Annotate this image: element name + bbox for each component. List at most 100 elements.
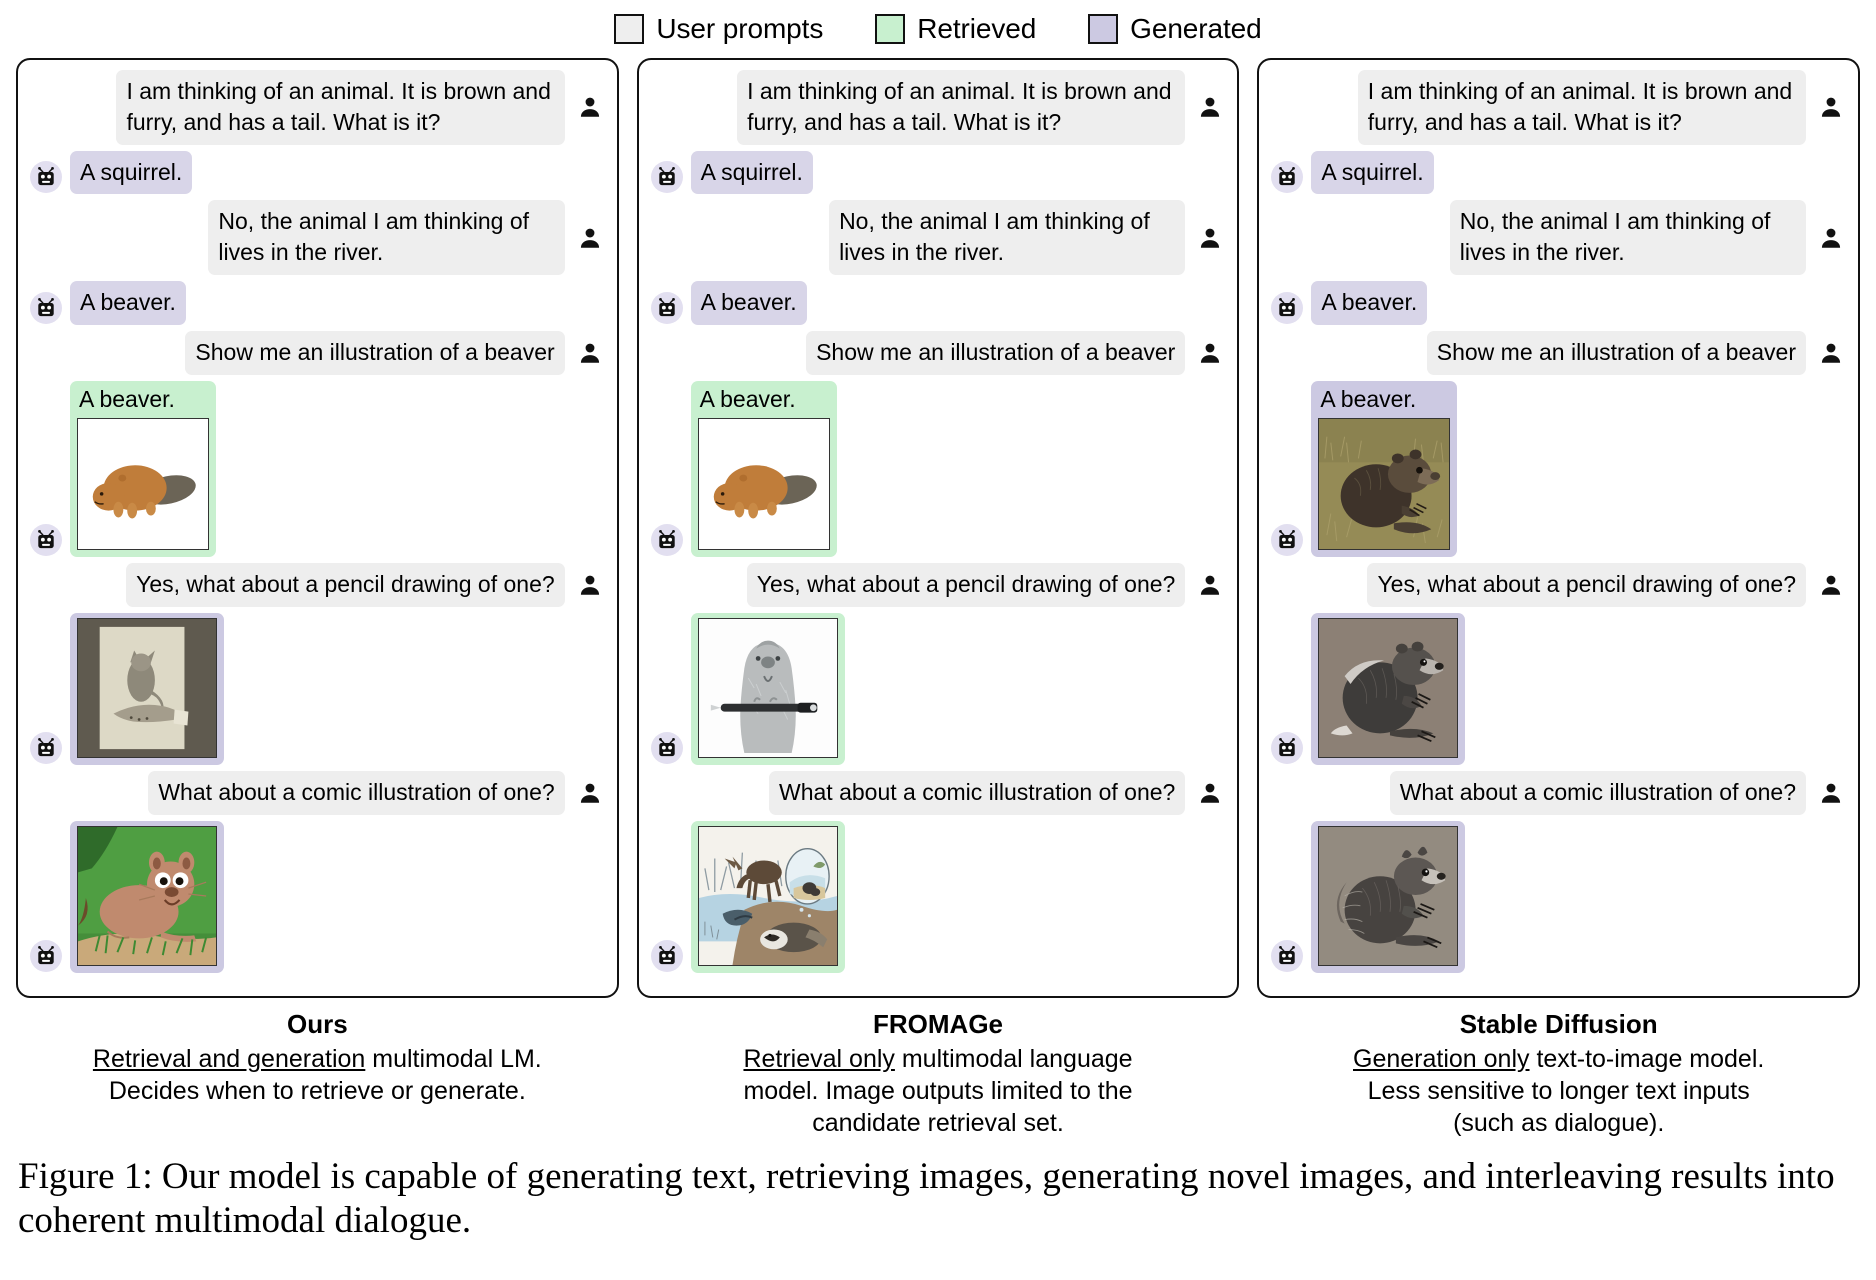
chat-row-bot: A beaver. — [30, 281, 605, 325]
generated-image-bubble — [70, 613, 224, 766]
chat-row-bot: A squirrel. — [650, 150, 1226, 195]
chat-row-bot-image — [1271, 613, 1846, 766]
panel-column-fromage: I am thinking of an animal. It is brown … — [636, 58, 1240, 1139]
bot-response-bubble: A squirrel. — [70, 150, 193, 195]
panel-ours: I am thinking of an animal. It is brown … — [16, 58, 619, 998]
legend-item-generated: Generated — [1088, 13, 1262, 44]
user-avatar-icon — [1816, 92, 1846, 122]
figure-root: User prompts Retrieved Generated I am th… — [0, 0, 1876, 1280]
pencil-grey-rodent-image — [1318, 618, 1459, 759]
user-prompt-bubble: Yes, what about a pencil drawing of one? — [1367, 563, 1807, 608]
user-prompt-bubble: What about a comic illustration of one? — [148, 771, 565, 815]
retrieved-image-bubble — [690, 613, 845, 766]
user-avatar-icon — [575, 92, 605, 122]
chat-row-user: No, the animal I am thinking of lives in… — [30, 200, 605, 276]
watercolour-wetland-scene-image — [697, 825, 838, 966]
chat-row-user: Yes, what about a pencil drawing of one? — [651, 563, 1226, 608]
robot-avatar-icon — [1271, 732, 1304, 765]
user-prompt-bubble: I am thinking of an animal. It is brown … — [737, 70, 1186, 145]
robot-avatar-icon — [1271, 161, 1304, 194]
user-avatar-icon — [1816, 570, 1846, 600]
robot-avatar-icon — [1271, 939, 1304, 972]
robot-avatar-icon — [30, 939, 62, 972]
robot-avatar-icon — [1271, 291, 1304, 324]
legend-label-retrieved: Retrieved — [917, 13, 1037, 44]
user-avatar-icon — [1816, 778, 1846, 808]
user-avatar-icon — [575, 778, 605, 808]
pencil-grey-squirrel-image — [1318, 825, 1459, 966]
bot-response-bubble: A squirrel. — [690, 150, 813, 195]
user-prompt-bubble: What about a comic illustration of one? — [1389, 771, 1807, 815]
panel-spacer — [651, 979, 1226, 990]
chat-row-bot-image — [30, 820, 605, 973]
panel-caption-emphasis: Retrieval only — [743, 1045, 895, 1074]
retrieved-image-bubble: A beaver. — [70, 380, 216, 558]
figure-caption: Figure 1: Our model is capable of genera… — [16, 1155, 1860, 1242]
robot-avatar-icon — [30, 291, 62, 324]
panel-column-ours: I am thinking of an animal. It is brown … — [16, 58, 619, 1139]
chat-row-bot-image — [650, 820, 1226, 973]
user-prompt-bubble: No, the animal I am thinking of lives in… — [1449, 200, 1807, 276]
bot-response-bubble: A beaver. — [690, 281, 807, 325]
user-prompt-bubble: Show me an illustration of a beaver — [806, 330, 1186, 375]
robot-avatar-icon — [650, 939, 683, 972]
grey-beaver-holding-pen-image — [697, 618, 838, 759]
chat-row-user: No, the animal I am thinking of lives in… — [1271, 200, 1846, 276]
chat-row-user: Show me an illustration of a beaver — [651, 330, 1226, 375]
clipart-beaver-brown-image — [697, 418, 830, 551]
chat-row-user: What about a comic illustration of one? — [30, 771, 605, 815]
user-prompt-bubble: Show me an illustration of a beaver — [185, 330, 565, 375]
panel-caption-rest: multimodal LM. — [365, 1045, 542, 1074]
user-avatar-icon — [1195, 570, 1225, 600]
panel-caption-line3: candidate retrieval set. — [812, 1109, 1064, 1138]
chat-row-user: What about a comic illustration of one? — [1271, 771, 1846, 815]
user-avatar-icon — [1816, 338, 1846, 368]
chat-row-user: Yes, what about a pencil drawing of one? — [1271, 563, 1846, 608]
chat-row-user: No, the animal I am thinking of lives in… — [651, 200, 1226, 276]
panel-title-stable-diffusion: Stable Diffusion — [1459, 1009, 1658, 1039]
chat-row-user: What about a comic illustration of one? — [651, 771, 1226, 815]
panel-spacer — [1271, 979, 1846, 990]
legend-swatch-user-prompts — [614, 14, 645, 44]
chat-row-bot-image — [650, 613, 1226, 766]
figure-caption-label: Figure 1: — [18, 1156, 153, 1198]
sepia-photo-squirrel-on-hand-image — [77, 618, 217, 759]
image-caption: A beaver. — [699, 385, 796, 412]
user-prompt-bubble: I am thinking of an animal. It is brown … — [116, 70, 565, 145]
figure-caption-text: Our model is capable of generating text,… — [18, 1156, 1835, 1241]
chat-row-user: Show me an illustration of a beaver — [30, 330, 605, 375]
robot-avatar-icon — [650, 161, 683, 194]
bot-response-bubble: A beaver. — [70, 281, 186, 325]
panel-caption-emphasis: Generation only — [1353, 1045, 1530, 1074]
robot-avatar-icon — [30, 732, 62, 765]
clipart-beaver-brown-image — [77, 418, 209, 551]
panel-caption-emphasis: Retrieval and generation — [92, 1045, 366, 1074]
legend-label-generated: Generated — [1130, 13, 1262, 44]
chat-row-user: Yes, what about a pencil drawing of one? — [30, 563, 605, 608]
robot-avatar-icon — [30, 161, 62, 194]
user-avatar-icon — [1195, 223, 1225, 253]
robot-avatar-icon — [1271, 524, 1304, 557]
panel-stable-diffusion: I am thinking of an animal. It is brown … — [1257, 58, 1861, 998]
panel-caption-line2: model. Image outputs limited to the — [743, 1077, 1133, 1106]
chat-row-bot-image — [30, 613, 605, 766]
generated-image-bubble — [70, 820, 224, 973]
user-avatar-icon — [1195, 92, 1225, 122]
user-prompt-bubble: No, the animal I am thinking of lives in… — [829, 200, 1186, 276]
user-avatar-icon — [1816, 223, 1846, 253]
panel-caption-line3: (such as dialogue). — [1453, 1109, 1665, 1138]
panel-fromage: I am thinking of an animal. It is brown … — [636, 58, 1240, 998]
panel-column-stable-diffusion: I am thinking of an animal. It is brown … — [1257, 58, 1861, 1139]
generated-image-bubble — [1311, 613, 1466, 766]
legend-swatch-retrieved — [875, 14, 906, 44]
panel-caption-line2: Less sensitive to longer text inputs — [1367, 1077, 1750, 1106]
retrieved-image-bubble — [690, 820, 845, 973]
panel-caption-line2: Decides when to retrieve or generate. — [108, 1077, 526, 1106]
robot-avatar-icon — [30, 524, 62, 557]
chat-row-user: I am thinking of an animal. It is brown … — [1271, 70, 1846, 145]
panel-caption-stable-diffusion: Stable Diffusion Generation only text-to… — [1257, 1008, 1860, 1139]
user-avatar-icon — [575, 570, 605, 600]
image-caption: A beaver. — [1320, 385, 1417, 412]
user-avatar-icon — [1195, 338, 1225, 368]
chat-row-bot: A squirrel. — [30, 150, 605, 195]
